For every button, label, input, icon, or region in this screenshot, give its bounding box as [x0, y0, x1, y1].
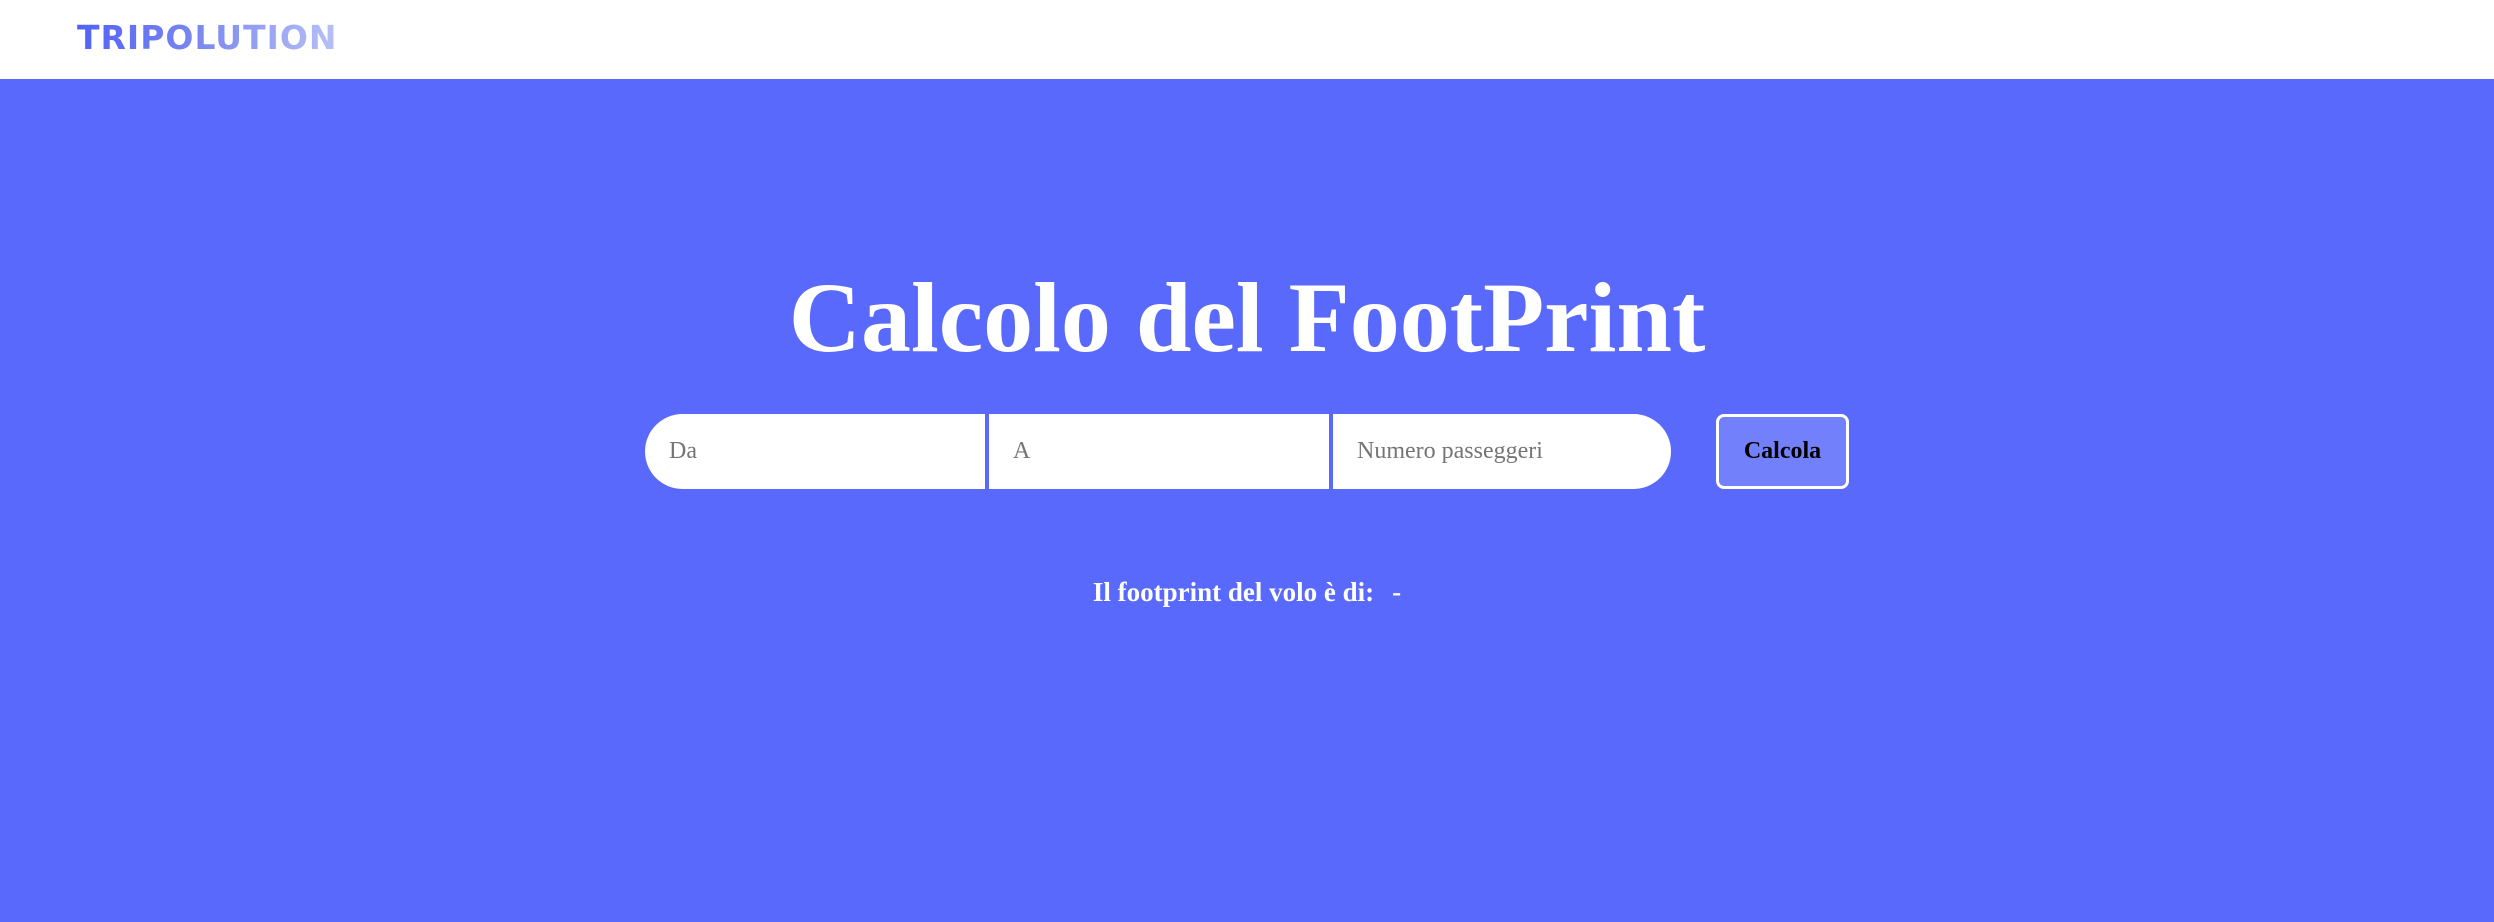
hero-section — [0, 79, 2494, 922]
logo[interactable]: TRIPOLUTION — [77, 16, 338, 60]
passengers-input[interactable] — [1333, 414, 1671, 489]
result-label: Il footprint del volo è di: — [1092, 577, 1375, 607]
from-input[interactable] — [645, 414, 985, 489]
navbar: TRIPOLUTION — [0, 0, 2494, 79]
footprint-result: Il footprint del volo è di: - — [0, 572, 2494, 612]
to-input[interactable] — [989, 414, 1329, 489]
result-value: - — [1392, 577, 1402, 607]
flight-search-form — [645, 414, 1671, 489]
calculate-button[interactable]: Calcola — [1716, 414, 1849, 489]
page-title: Calcolo del FootPrint — [788, 262, 1706, 373]
